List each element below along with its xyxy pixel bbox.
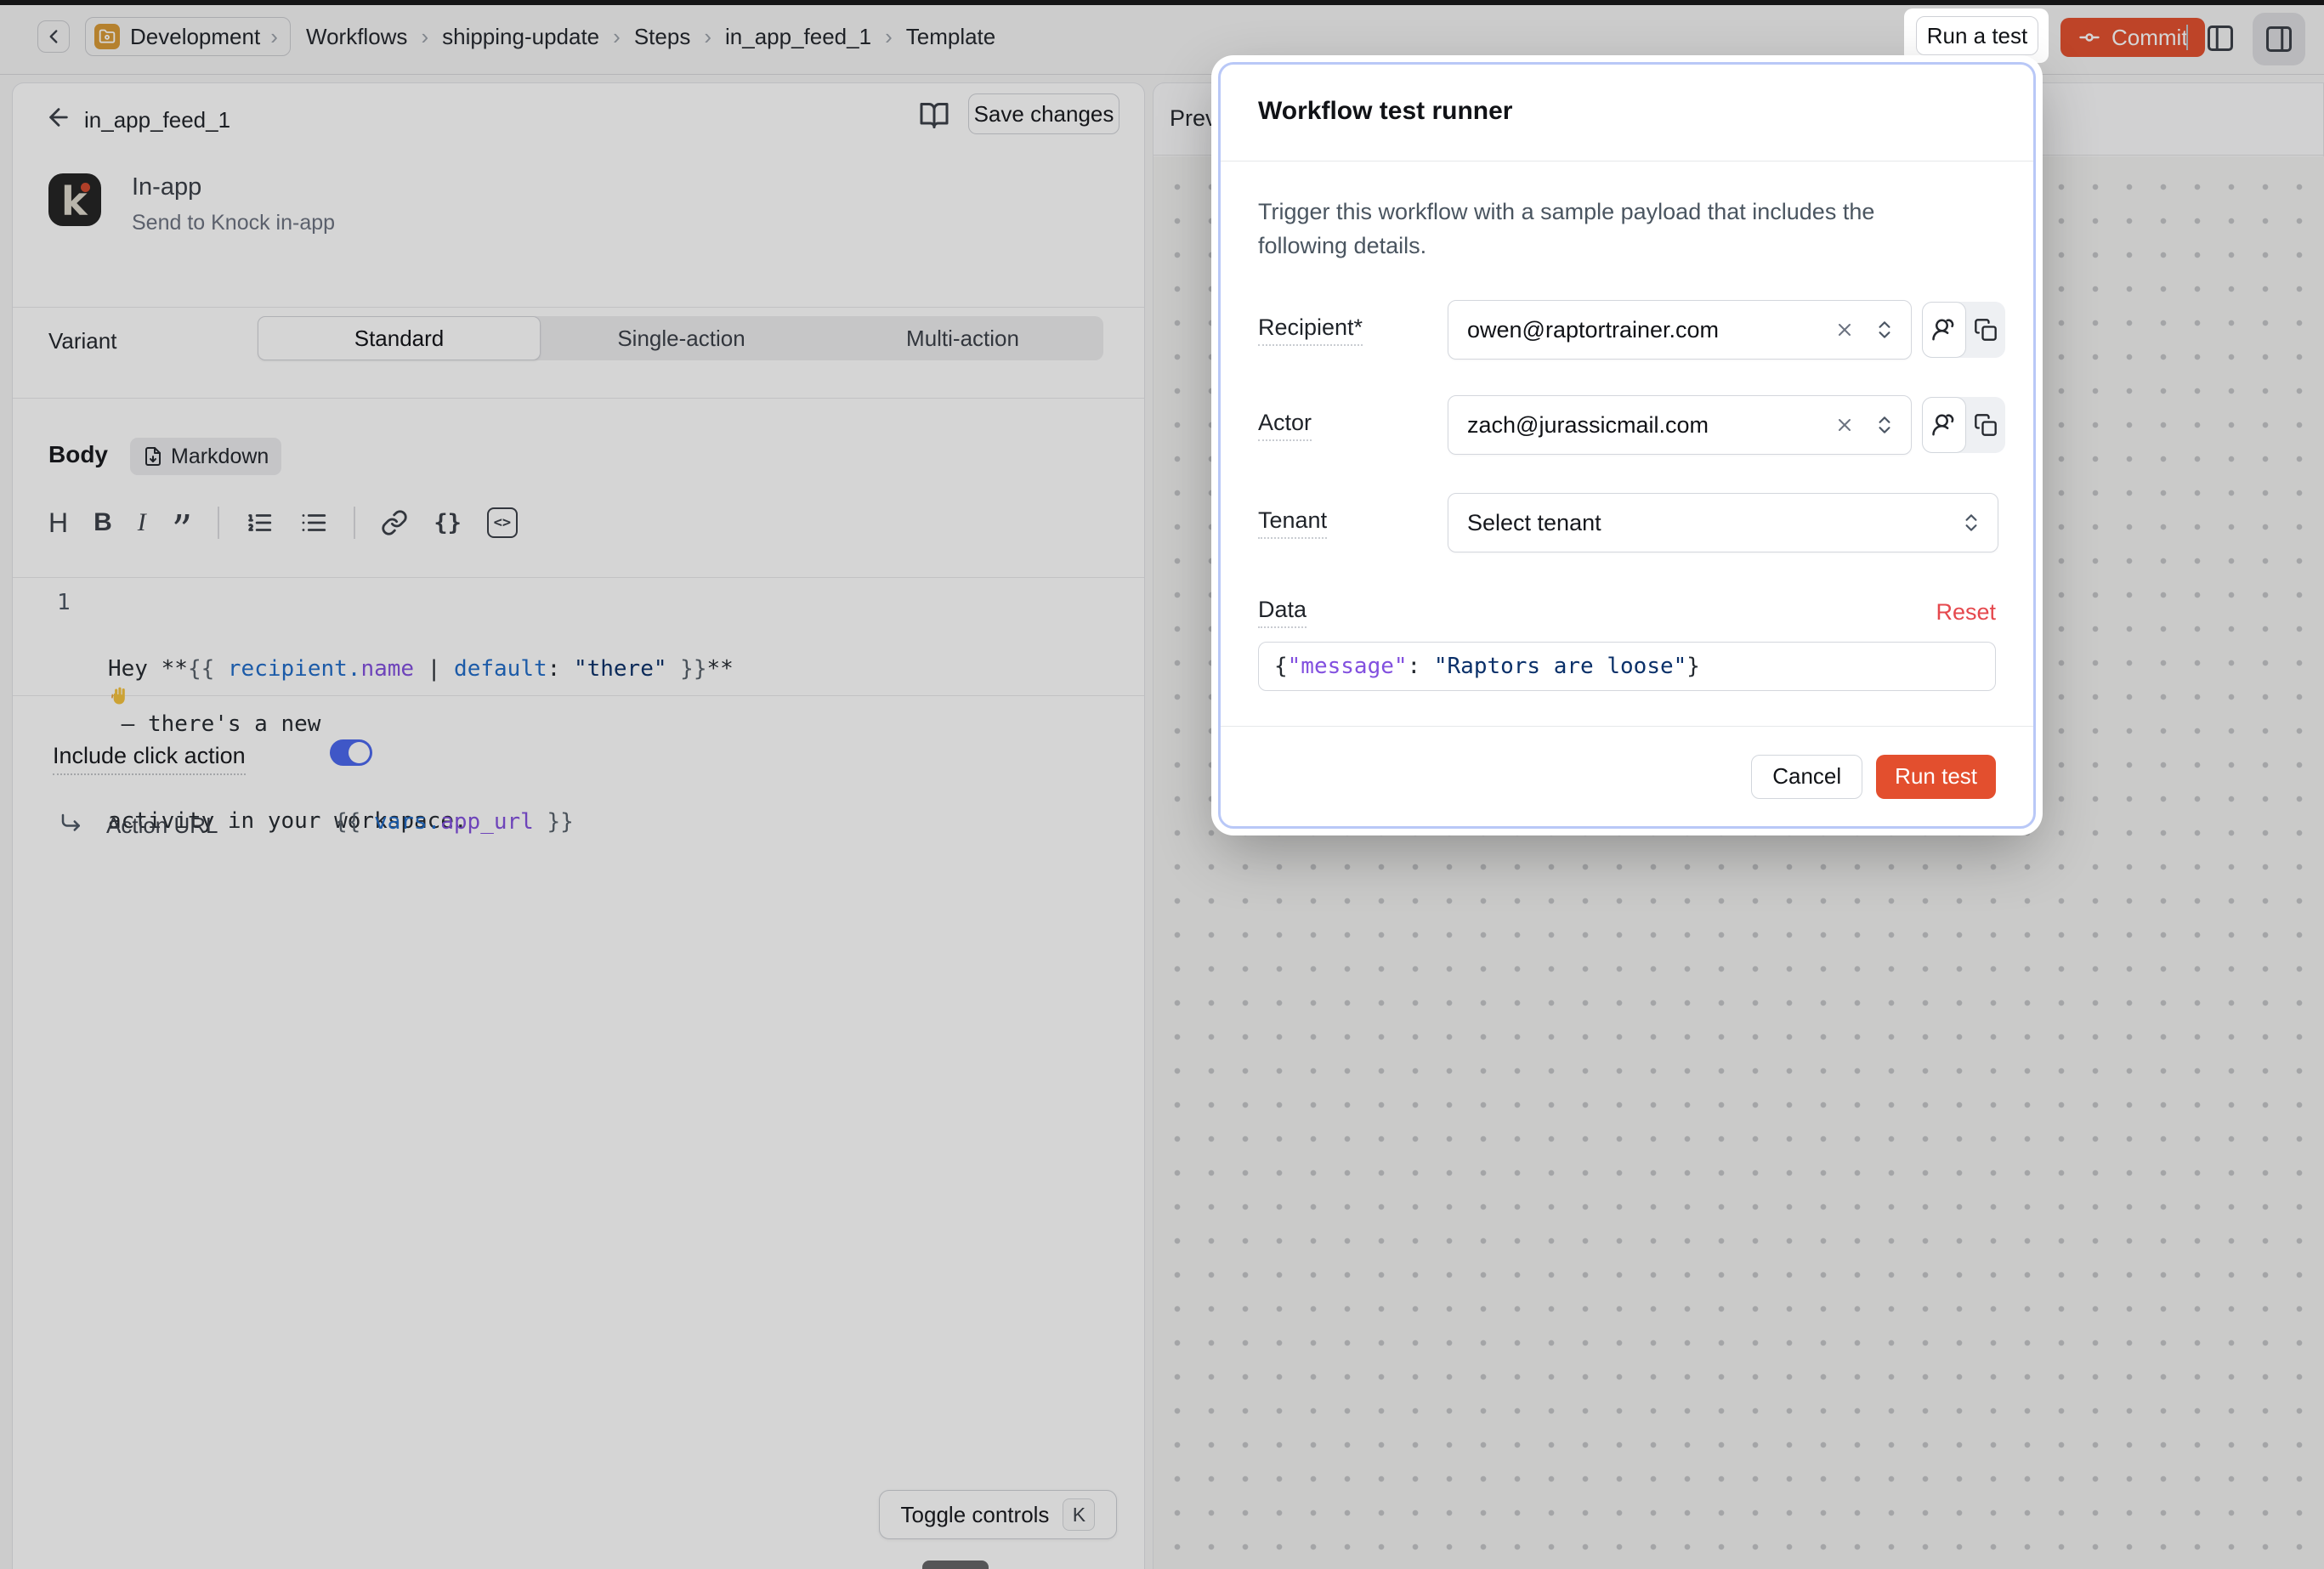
recipient-chevrons-up-down-icon[interactable] — [1873, 319, 1896, 341]
actor-combobox[interactable]: zach@jurassicmail.com — [1448, 395, 1912, 455]
actor-clear-button[interactable] — [1834, 415, 1855, 435]
actor-label: Actor — [1258, 410, 1312, 441]
data-label: Data — [1258, 597, 1307, 628]
tenant-placeholder: Select tenant — [1467, 510, 1960, 536]
actor-row: Actor zach@jurassicmail.com — [1258, 395, 1996, 455]
chevrons-up-down-icon — [1960, 512, 1982, 534]
recipient-row: Recipient* owen@raptortrainer.com — [1258, 300, 1996, 360]
tenant-select[interactable]: Select tenant — [1448, 493, 1998, 552]
users-icon — [1931, 317, 1957, 343]
tenant-row: Tenant Select tenant — [1258, 493, 1996, 552]
modal-title: Workflow test runner — [1258, 97, 1512, 126]
modal-description: Trigger this workflow with a sample payl… — [1258, 195, 1947, 263]
tenant-label: Tenant — [1258, 507, 1327, 539]
recipient-clear-button[interactable] — [1834, 320, 1855, 340]
modal-header: Workflow test runner — [1221, 65, 2033, 161]
run-test-button[interactable]: Run test — [1876, 755, 1996, 799]
data-json-input[interactable]: {"message": "Raptors are loose"} — [1258, 642, 1996, 691]
recipient-actions-group — [1922, 302, 2005, 358]
copy-icon — [1974, 413, 1998, 437]
recipient-label: Recipient* — [1258, 314, 1363, 346]
cancel-button[interactable]: Cancel — [1751, 755, 1862, 799]
actor-value: zach@jurassicmail.com — [1467, 412, 1834, 439]
data-header-row: Data Reset — [1258, 597, 1996, 628]
data-reset-link[interactable]: Reset — [1936, 599, 1996, 626]
actor-actions-group — [1922, 397, 2005, 453]
copy-icon — [1974, 318, 1998, 342]
modal-footer: Cancel Run test — [1221, 726, 2033, 826]
actor-copy-button[interactable] — [1966, 397, 2005, 453]
modal-body: Trigger this workflow with a sample payl… — [1221, 162, 2033, 691]
recipient-combobox[interactable]: owen@raptortrainer.com — [1448, 300, 1912, 360]
users-icon — [1931, 412, 1957, 438]
recipient-copy-button[interactable] — [1966, 302, 2005, 358]
recipient-user-lookup-button[interactable] — [1922, 302, 1966, 358]
workflow-test-runner-modal: Workflow test runner Trigger this workfl… — [1218, 62, 2036, 829]
actor-chevrons-up-down-icon[interactable] — [1873, 414, 1896, 436]
run-a-test-button[interactable]: Run a test — [1916, 16, 2038, 55]
recipient-value: owen@raptortrainer.com — [1467, 317, 1834, 343]
app-window: Development › Workflows › shipping-updat… — [0, 0, 2324, 1569]
actor-user-lookup-button[interactable] — [1922, 397, 1966, 453]
